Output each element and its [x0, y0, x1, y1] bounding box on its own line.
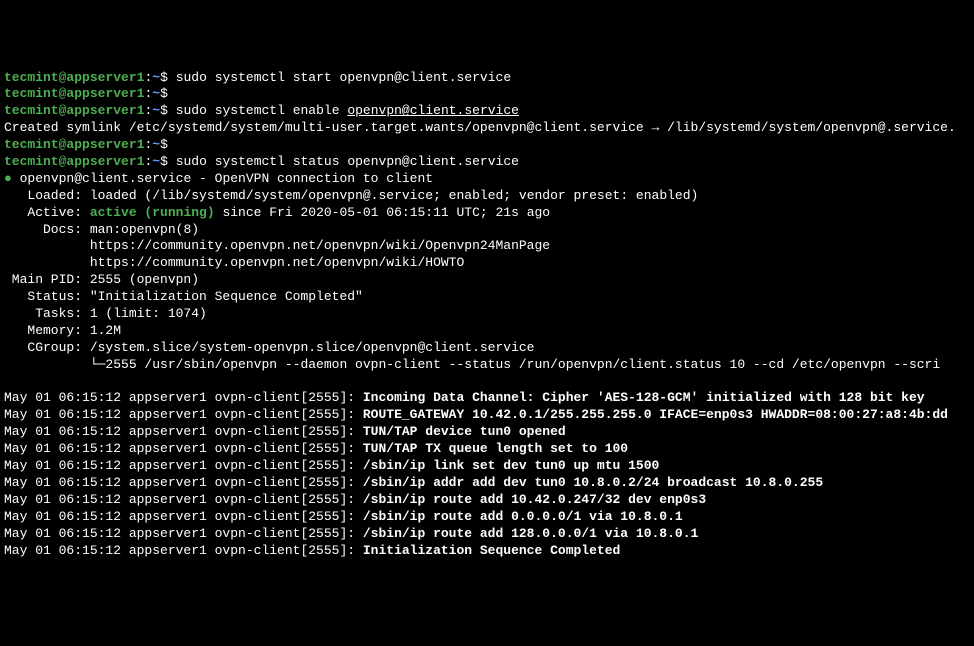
status-bullet-icon: ●: [4, 171, 12, 186]
prompt-host: appserver1: [66, 70, 144, 85]
status-status-line: Status: "Initialization Sequence Complet…: [4, 289, 363, 304]
log-prefix: May 01 06:15:12 appserver1 ovpn-client[2…: [4, 390, 363, 405]
prompt-dollar: $: [160, 86, 168, 101]
prompt-user: tecmint: [4, 154, 59, 169]
prompt-tilde: ~: [152, 137, 160, 152]
log-msg: Incoming Data Channel: Cipher 'AES-128-G…: [363, 390, 925, 405]
log-msg: ROUTE_GATEWAY 10.42.0.1/255.255.255.0 IF…: [363, 407, 948, 422]
log-prefix: May 01 06:15:12 appserver1 ovpn-client[2…: [4, 407, 363, 422]
prompt-tilde: ~: [152, 103, 160, 118]
prompt-user: tecmint: [4, 70, 59, 85]
status-active-value: active (running): [90, 205, 215, 220]
prompt-user: tecmint: [4, 86, 59, 101]
prompt-tilde: ~: [152, 154, 160, 169]
status-mainpid: Main PID: 2555 (openvpn): [4, 272, 199, 287]
prompt-host: appserver1: [66, 86, 144, 101]
cmd-enable-service: openvpn@client.service: [347, 103, 519, 118]
log-prefix: May 01 06:15:12 appserver1 ovpn-client[2…: [4, 424, 363, 439]
log-prefix: May 01 06:15:12 appserver1 ovpn-client[2…: [4, 543, 363, 558]
log-msg: TUN/TAP TX queue length set to 100: [363, 441, 628, 456]
log-msg: /sbin/ip link set dev tun0 up mtu 1500: [363, 458, 659, 473]
log-msg: /sbin/ip route add 128.0.0.0/1 via 10.8.…: [363, 526, 698, 541]
prompt-dollar: $: [160, 70, 168, 85]
log-prefix: May 01 06:15:12 appserver1 ovpn-client[2…: [4, 441, 363, 456]
log-prefix: May 01 06:15:12 appserver1 ovpn-client[2…: [4, 509, 363, 524]
prompt-host: appserver1: [66, 154, 144, 169]
log-prefix: May 01 06:15:12 appserver1 ovpn-client[2…: [4, 475, 363, 490]
prompt-dollar: $: [160, 137, 168, 152]
log-prefix: May 01 06:15:12 appserver1 ovpn-client[2…: [4, 492, 363, 507]
status-cgroup-child: └─2555 /usr/sbin/openvpn --daemon ovpn-c…: [4, 357, 940, 372]
log-msg: /sbin/ip route add 10.42.0.247/32 dev en…: [363, 492, 706, 507]
log-prefix: May 01 06:15:12 appserver1 ovpn-client[2…: [4, 458, 363, 473]
prompt-host: appserver1: [66, 103, 144, 118]
status-docs1: man:openvpn(8): [90, 222, 199, 237]
prompt-tilde: ~: [152, 86, 160, 101]
log-msg: Initialization Sequence Completed: [363, 543, 620, 558]
output-symlink: Created symlink /etc/systemd/system/mult…: [4, 120, 956, 135]
log-msg: /sbin/ip route add 0.0.0.0/1 via 10.8.0.…: [363, 509, 683, 524]
prompt-user: tecmint: [4, 137, 59, 152]
cmd-status: sudo systemctl status openvpn@client.ser…: [176, 154, 519, 169]
terminal-window[interactable]: tecmint@appserver1:~$ sudo systemctl sta…: [0, 68, 974, 562]
prompt-dollar: $: [160, 154, 168, 169]
status-docs3: https://community.openvpn.net/openvpn/wi…: [4, 255, 464, 270]
status-service: openvpn@client.service - OpenVPN connect…: [12, 171, 433, 186]
status-cgroup: CGroup: /system.slice/system-openvpn.sli…: [4, 340, 535, 355]
status-active-since: since Fri 2020-05-01 06:15:11 UTC; 21s a…: [215, 205, 550, 220]
status-memory: Memory: 1.2M: [4, 323, 121, 338]
log-prefix: May 01 06:15:12 appserver1 ovpn-client[2…: [4, 526, 363, 541]
prompt-user: tecmint: [4, 103, 59, 118]
status-loaded-value: loaded (/lib/systemd/system/openvpn@.ser…: [90, 188, 699, 203]
prompt-tilde: ~: [152, 70, 160, 85]
status-docs2: https://community.openvpn.net/openvpn/wi…: [4, 238, 550, 253]
log-msg: TUN/TAP device tun0 opened: [363, 424, 566, 439]
status-tasks: Tasks: 1 (limit: 1074): [4, 306, 207, 321]
status-docs-label: Docs:: [4, 222, 90, 237]
prompt-dollar: $: [160, 103, 168, 118]
cmd-start: sudo systemctl start openvpn@client.serv…: [176, 70, 511, 85]
prompt-host: appserver1: [66, 137, 144, 152]
cmd-enable-prefix: sudo systemctl enable: [176, 103, 348, 118]
status-loaded-label: Loaded:: [4, 188, 90, 203]
status-active-label: Active:: [4, 205, 90, 220]
log-msg: /sbin/ip addr add dev tun0 10.8.0.2/24 b…: [363, 475, 823, 490]
